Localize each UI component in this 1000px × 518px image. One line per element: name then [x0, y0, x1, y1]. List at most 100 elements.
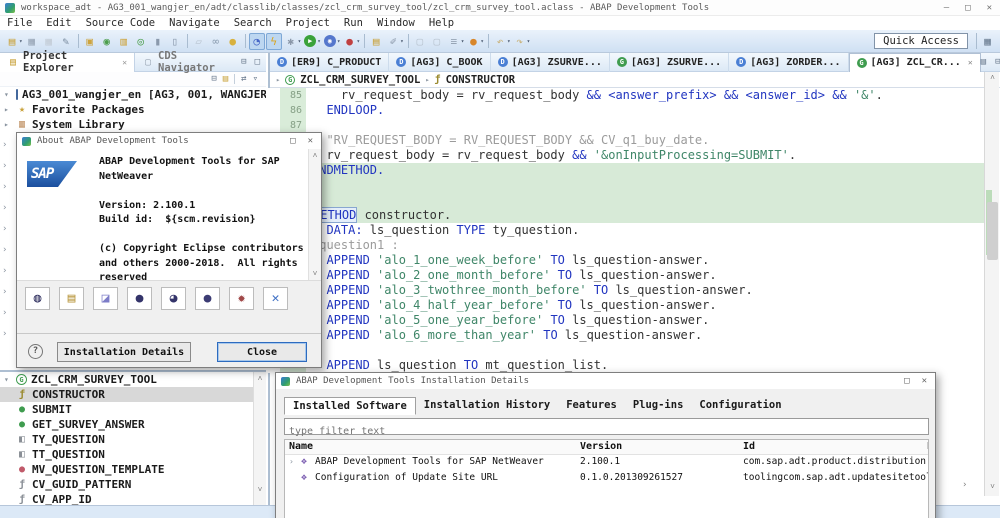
- where-used-icon[interactable]: ◔: [248, 32, 265, 50]
- tree-item-ag3-001-wangjer-en[interactable]: ▾ AG3_001_wangjer_en [AG3, 001, WANGJER, …: [0, 87, 266, 102]
- outline-item-submit[interactable]: ● SUBMIT: [0, 402, 266, 417]
- breadcrumb-class[interactable]: ZCL_CRM_SURVEY_TOOL: [300, 74, 420, 86]
- emf-icon[interactable]: ●: [195, 286, 220, 310]
- expand-arrow-icon[interactable]: ›: [2, 203, 12, 213]
- code-editor[interactable]: 85 rv_request_body = rv_request_body && …: [268, 88, 984, 373]
- code-line[interactable]: 93METHOD constructor.: [268, 207, 984, 223]
- expand-arrow-icon[interactable]: ▸: [4, 120, 12, 129]
- about-scrollbar[interactable]: ˄ ˅: [308, 149, 321, 280]
- editor-tab-er9-c-product[interactable]: D [ER9] C_PRODUCT: [270, 52, 390, 72]
- save-icon[interactable]: ▦: [24, 33, 40, 50]
- dropdown-caret-icon[interactable]: ▾: [480, 38, 484, 45]
- equinox-icon[interactable]: ◕: [161, 286, 186, 310]
- outline-item-constructor[interactable]: ƒ CONSTRUCTOR: [0, 387, 266, 402]
- menu-file[interactable]: File: [0, 17, 39, 29]
- dropdown-caret-icon[interactable]: ▾: [527, 38, 531, 45]
- breadcrumb-method[interactable]: CONSTRUCTOR: [446, 74, 516, 86]
- close-tab-icon[interactable]: ✕: [122, 58, 127, 67]
- code-line[interactable]: 102: [268, 343, 984, 358]
- editor-tab-ag3-zsurve[interactable]: D [AG3] ZSURVE...: [491, 52, 610, 72]
- code-line[interactable]: 100 APPEND 'alo_5_one_year_before' TO ls…: [268, 313, 984, 328]
- dropdown-caret-icon[interactable]: ▾: [357, 38, 361, 45]
- new-abap-repo-icon[interactable]: ▤: [368, 33, 384, 50]
- tree-item-favorite[interactable]: ▸ ★ Favorite Packages: [0, 102, 266, 117]
- menu-navigate[interactable]: Navigate: [162, 17, 227, 29]
- quick-access-button[interactable]: Quick Access: [874, 33, 968, 49]
- install-tab-plug-ins[interactable]: Plug-ins: [625, 397, 692, 415]
- activate-icon[interactable]: ◉: [99, 33, 115, 50]
- code-line[interactable]: 86 ENDLOOP.: [268, 103, 984, 118]
- expand-arrow-icon[interactable]: ›: [2, 182, 12, 192]
- close-icon[interactable]: ✕: [308, 136, 313, 146]
- install-tab-installed-software[interactable]: Installed Software: [284, 397, 416, 415]
- transport-icon[interactable]: ▱: [191, 33, 207, 50]
- scroll-up-icon[interactable]: ˄: [254, 372, 266, 384]
- coverage-icon[interactable]: ▢: [429, 33, 445, 50]
- unit-test-icon[interactable]: ▢: [412, 33, 428, 50]
- expand-arrow-icon[interactable]: ›: [2, 329, 12, 339]
- view-menu-icon[interactable]: ▿: [253, 74, 258, 84]
- expand-arrow-icon[interactable]: ›: [2, 245, 12, 255]
- code-line[interactable]: 95*question1 :: [268, 238, 984, 253]
- menu-help[interactable]: Help: [422, 17, 461, 29]
- scroll-up-icon[interactable]: ˄: [309, 149, 321, 161]
- filter-input[interactable]: [285, 424, 928, 439]
- collapse-all-icon[interactable]: ⊟: [211, 74, 216, 84]
- editor-tab-ag3-zcl-cr[interactable]: G [AG3] ZCL_CR... ✕: [848, 52, 981, 72]
- code-line[interactable]: 101 APPEND 'alo_6_more_than_year' TO ls_…: [268, 328, 984, 343]
- editor-tab-ag3-zorder[interactable]: D [AG3] ZORDER...: [729, 52, 849, 72]
- outline-item-cv-app-id[interactable]: ƒ CV_APP_ID: [0, 492, 266, 505]
- install-tab-installation-history[interactable]: Installation History: [416, 397, 558, 415]
- outline-item-get-survey-answer[interactable]: ● GET_SURVEY_ANSWER: [0, 417, 266, 432]
- code-line[interactable]: 103 APPEND ls_question TO mt_question_li…: [268, 358, 984, 373]
- code-line[interactable]: 89 rv_request_body = rv_request_body && …: [268, 148, 984, 163]
- expand-arrow-icon[interactable]: ›: [2, 266, 12, 276]
- maximize-icon[interactable]: □: [290, 136, 295, 146]
- code-line[interactable]: 85 rv_request_body = rv_request_body && …: [268, 88, 984, 103]
- maximize-icon[interactable]: □: [904, 376, 909, 386]
- view-tab-project-explorer[interactable]: ▤ Project Explorer ✕: [0, 50, 136, 74]
- maximize-icon[interactable]: □: [965, 3, 970, 13]
- install-tab-configuration[interactable]: Configuration: [691, 397, 789, 415]
- tree-item-system[interactable]: ▸ ▥ System Library: [0, 117, 266, 132]
- mass-activate-icon[interactable]: ▯: [167, 33, 183, 50]
- wrench-icon[interactable]: ✐ ▾: [385, 33, 404, 50]
- dropdown-caret-icon[interactable]: ▾: [317, 38, 321, 45]
- collapse-arrow-icon[interactable]: ▾: [4, 375, 12, 384]
- outline-root-zcl-crm-survey-tool[interactable]: ▾ G ZCL_CRM_SURVEY_TOOL: [0, 372, 266, 387]
- open-object-icon[interactable]: ▣: [82, 33, 98, 50]
- minimize-icon[interactable]: –: [944, 3, 949, 13]
- hierarchy-icon[interactable]: ≡ ▾: [446, 33, 465, 50]
- code-line[interactable]: 88 "RV_REQUEST_BODY = RV_REQUEST_BODY &&…: [268, 133, 984, 148]
- external-tools-icon[interactable]: ✱ ▾: [283, 33, 301, 50]
- installation-details-button[interactable]: Installation Details: [57, 342, 191, 362]
- dropdown-caret-icon[interactable]: ▾: [19, 38, 23, 45]
- dropdown-caret-icon[interactable]: ▾: [337, 38, 341, 45]
- column-header-version[interactable]: Version: [580, 441, 622, 452]
- editor-vscrollbar[interactable]: ˄ ˅: [984, 72, 999, 496]
- rcp-icon[interactable]: ●: [127, 286, 152, 310]
- annotation-icon[interactable]: ● ▾: [465, 33, 484, 50]
- quick-fix-lightning-icon[interactable]: ϟ: [265, 32, 282, 50]
- editor-tab-ag3-c-book[interactable]: D [AG3] C_BOOK: [389, 52, 491, 72]
- dropdown-caret-icon[interactable]: ▾: [461, 38, 465, 45]
- new-wizard-icon[interactable]: ▤ ▾: [4, 33, 23, 50]
- expand-arrow-icon[interactable]: ▾: [4, 90, 12, 99]
- xml-tools-icon[interactable]: ✕: [263, 286, 288, 310]
- expand-arrow-icon[interactable]: ›: [2, 140, 12, 150]
- scrollbar-thumb[interactable]: [987, 202, 998, 260]
- close-button[interactable]: Close: [217, 342, 307, 362]
- activate-inactive-icon[interactable]: ▮: [150, 33, 166, 50]
- dropdown-caret-icon[interactable]: ▾: [400, 38, 404, 45]
- code-line[interactable]: 96 APPEND 'alo_1_one_week_before' TO ls_…: [268, 253, 984, 268]
- java-tools-icon[interactable]: ▤: [59, 286, 84, 310]
- eclipse-platform-icon[interactable]: ◍: [25, 286, 50, 310]
- column-header-name[interactable]: Name: [289, 441, 313, 452]
- menu-project[interactable]: Project: [279, 17, 337, 29]
- maximize-view-icon[interactable]: □: [255, 57, 260, 67]
- code-line[interactable]: 90ENDMETHOD.: [268, 163, 984, 178]
- gef-icon[interactable]: ✹: [229, 286, 254, 310]
- code-line[interactable]: 91: [268, 178, 984, 193]
- outline-item-tt-question[interactable]: ◧ TT_QUESTION: [0, 447, 266, 462]
- expand-arrow-icon[interactable]: ›: [289, 457, 294, 466]
